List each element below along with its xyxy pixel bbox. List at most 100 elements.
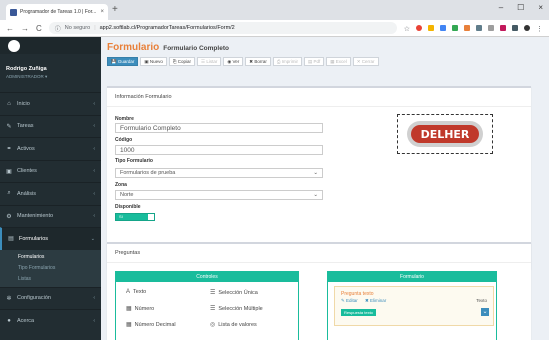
sidebar-item-label: Activos bbox=[17, 145, 35, 152]
sidebar-item-formularios[interactable]: ▤ Formularios ⌄ bbox=[0, 227, 101, 250]
control-seleccion-multiple[interactable]: ☰ Selección Múltiple bbox=[210, 305, 263, 313]
gear-icon: ✲ bbox=[6, 295, 12, 302]
sidebar-subitem-listas[interactable]: Listas bbox=[0, 274, 101, 285]
extension-icon[interactable] bbox=[500, 25, 506, 31]
sidebar-item-label: Configuración bbox=[17, 295, 51, 302]
pregunta-badge: Respuesta texto bbox=[341, 309, 376, 316]
sidebar-subitem-formularios[interactable]: Formularios bbox=[0, 252, 101, 263]
star-icon[interactable]: ☆ bbox=[404, 25, 410, 33]
browser-tabbar: Programador de Tareas 1.0 | For... × + –… bbox=[0, 0, 549, 20]
new-tab-button[interactable]: + bbox=[112, 4, 118, 16]
sidebar-item-inicio[interactable]: ⌂ Inicio ‹ bbox=[0, 92, 101, 115]
new-button[interactable]: ▣ Nuevo bbox=[140, 57, 167, 66]
link-icon: ⚭ bbox=[6, 146, 12, 153]
list-icon: ☰ bbox=[210, 306, 216, 312]
tipo-formulario-select[interactable]: Formularios de prueba ⌄ bbox=[115, 168, 323, 178]
extension-icon[interactable] bbox=[464, 25, 470, 31]
sidebar-user[interactable]: Rodrigo Zuñiga ADMINISTRADOR ▾ bbox=[0, 54, 101, 92]
sidebar-item-analisis[interactable]: ⌕ Análisis ‹ bbox=[0, 182, 101, 205]
number-icon: ▦ bbox=[126, 322, 132, 328]
browser-tab[interactable]: Programador de Tareas 1.0 | For... × bbox=[6, 4, 108, 20]
sidebar-item-mantenimiento[interactable]: ⚙ Mantenimiento ‹ bbox=[0, 204, 101, 228]
page-subtitle: Formulario Completo bbox=[163, 45, 229, 52]
copy-button[interactable]: ⎘ Copiar bbox=[168, 57, 196, 66]
sidebar-submenu: Formularios Tipo Formularios Listas bbox=[0, 249, 101, 287]
pdf-button[interactable]: ▤ Pdf bbox=[303, 57, 325, 66]
extension-icon[interactable] bbox=[416, 25, 422, 31]
extension-icon[interactable] bbox=[476, 25, 482, 31]
info-icon: ⓘ bbox=[54, 26, 61, 33]
logo-frame[interactable]: DELHER bbox=[397, 114, 493, 154]
sidebar-item-label: Formularios bbox=[19, 235, 49, 242]
codigo-input[interactable]: 1000 bbox=[115, 145, 323, 155]
info-icon: ● bbox=[7, 317, 11, 324]
zona-select[interactable]: Norte ⌄ bbox=[115, 190, 323, 200]
sidebar-item-acerca[interactable]: ● Acerca ‹ bbox=[0, 309, 101, 332]
control-lista-valores[interactable]: ◎ Lista de valores bbox=[210, 321, 257, 329]
control-texto[interactable]: A Texto bbox=[126, 289, 146, 295]
preguntas-box-title: Preguntas bbox=[107, 244, 531, 263]
delete-button[interactable]: ✖ Borrar bbox=[245, 57, 271, 66]
sidebar-item-label: Clientes bbox=[17, 168, 37, 175]
close-window-icon[interactable]: × bbox=[538, 3, 543, 12]
page-title: Formulario bbox=[107, 42, 160, 53]
logo-text: DELHER bbox=[421, 128, 470, 141]
list-button[interactable]: ☰ Listar bbox=[197, 57, 222, 66]
extension-icon[interactable] bbox=[428, 25, 434, 31]
zona-label: Zona bbox=[115, 182, 127, 188]
extension-icon[interactable] bbox=[512, 25, 518, 31]
maximize-icon[interactable]: ☐ bbox=[517, 3, 524, 12]
profile-avatar[interactable] bbox=[524, 25, 530, 31]
sidebar-item-tareas[interactable]: ✎ Tareas ‹ bbox=[0, 114, 101, 138]
print-button[interactable]: ⎙ Imprimir bbox=[272, 57, 302, 66]
sidebar-subitem-tipo-formularios[interactable]: Tipo Formularios bbox=[0, 263, 101, 274]
page-header: Formulario Formulario Completo bbox=[107, 42, 229, 53]
view-button[interactable]: ◉ Ver bbox=[223, 57, 244, 66]
chevron-down-icon: ⌄ bbox=[313, 192, 318, 198]
chevron-left-icon: ‹ bbox=[93, 213, 95, 220]
tab-close-icon[interactable]: × bbox=[100, 9, 104, 15]
url-field[interactable]: ⓘ No seguro | app2.softlab.cl/Programado… bbox=[48, 22, 397, 34]
home-icon: ⌂ bbox=[7, 100, 11, 107]
control-numero-decimal[interactable]: ▦ Número Decimal bbox=[126, 321, 176, 329]
disponible-toggle[interactable]: SI bbox=[115, 213, 155, 221]
back-icon[interactable]: ← bbox=[6, 24, 14, 33]
minimize-icon[interactable]: – bbox=[499, 3, 503, 12]
toggle-knob bbox=[148, 214, 154, 220]
edit-link[interactable]: ✎ Editar bbox=[341, 298, 358, 304]
chevron-left-icon: ‹ bbox=[93, 295, 95, 302]
chevron-left-icon: ‹ bbox=[93, 145, 95, 152]
number-icon: ▦ bbox=[126, 306, 132, 312]
url-text: app2.softlab.cl/ProgramadorTareas/Formul… bbox=[99, 25, 235, 31]
excel-button[interactable]: ▦ Excel bbox=[326, 57, 351, 66]
target-icon: ◎ bbox=[210, 322, 216, 328]
expand-icon[interactable]: ⌄ bbox=[481, 308, 489, 316]
control-numero[interactable]: ▦ Número bbox=[126, 305, 154, 313]
forward-icon[interactable]: → bbox=[21, 24, 29, 33]
extension-icon[interactable] bbox=[488, 25, 494, 31]
extension-icon[interactable] bbox=[452, 25, 458, 31]
sidebar-item-activos[interactable]: ⚭ Activos ‹ bbox=[0, 137, 101, 160]
control-seleccion-unica[interactable]: ☰ Selección Única bbox=[210, 289, 258, 297]
sidebar-item-configuracion[interactable]: ✲ Configuración ‹ bbox=[0, 286, 101, 310]
delete-link[interactable]: ✖ Eliminar bbox=[365, 298, 386, 304]
codigo-label: Código bbox=[115, 137, 133, 143]
chevron-left-icon: ‹ bbox=[93, 317, 95, 324]
menu-icon[interactable]: ⋮ bbox=[536, 25, 543, 33]
security-label: No seguro bbox=[64, 25, 91, 31]
extension-icon[interactable] bbox=[440, 25, 446, 31]
window-controls: – ☐ × bbox=[499, 3, 543, 12]
wrench-icon: ✎ bbox=[6, 123, 12, 130]
save-button[interactable]: 💾 Guardar bbox=[107, 57, 139, 66]
sidebar-item-label: Inicio bbox=[17, 100, 30, 107]
formulario-panel-header: Formulario bbox=[328, 272, 496, 282]
sidebar-item-clientes[interactable]: ▣ Clientes ‹ bbox=[0, 159, 101, 183]
pregunta-card[interactable]: Pregunta texto ✎ Editar ✖ Eliminar Texto… bbox=[334, 286, 494, 326]
search-icon: ⌕ bbox=[7, 190, 11, 197]
reload-icon[interactable]: C bbox=[36, 24, 42, 33]
close-button[interactable]: ✕ Cerrar bbox=[352, 57, 379, 66]
sidebar-item-label: Análisis bbox=[17, 190, 36, 197]
nombre-input[interactable]: Formulario Completo bbox=[115, 123, 323, 133]
sidebar: Rodrigo Zuñiga ADMINISTRADOR ▾ ⌂ Inicio … bbox=[0, 37, 101, 340]
info-box-title: Información Formulario bbox=[107, 88, 531, 107]
